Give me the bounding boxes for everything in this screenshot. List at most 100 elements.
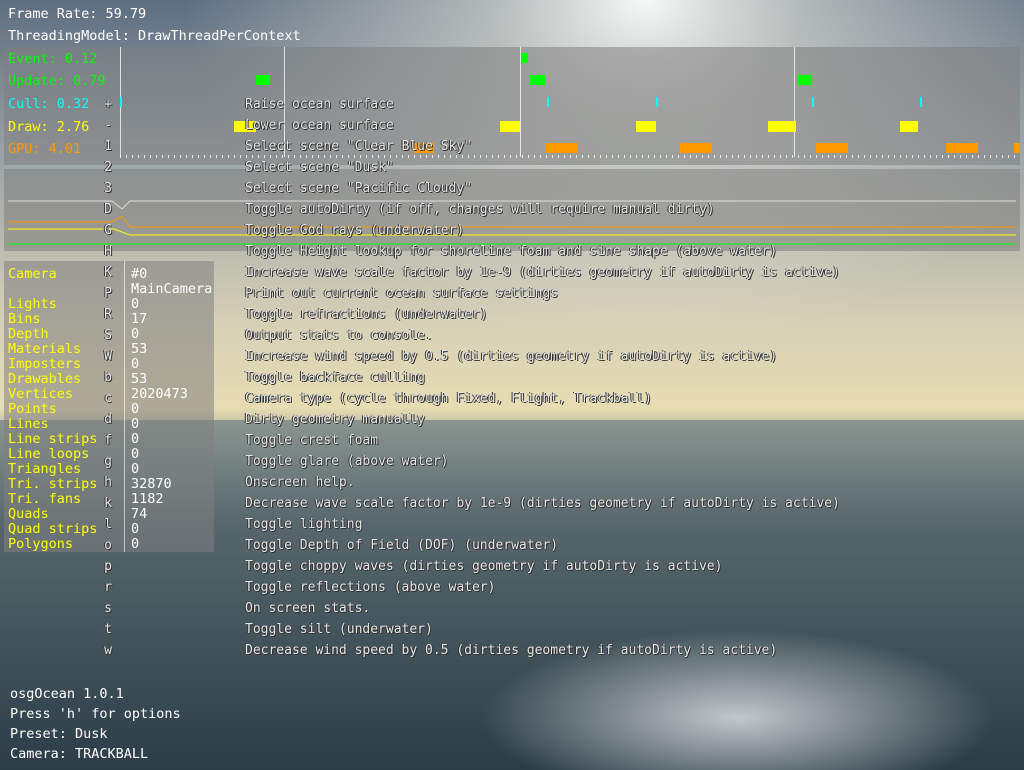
help-description: Toggle Depth of Field (DOF) (underwater) [245,538,559,553]
draw-bar [900,121,918,132]
help-key: r [104,580,112,595]
help-key: c [104,391,112,406]
cull-bar [656,97,658,107]
help-key: f [104,433,112,448]
timing-graph-panel [4,47,1020,165]
camera-label: Camera [8,266,57,282]
stat-value: 74 [131,506,148,522]
stat-value: 0 [131,356,140,372]
stat-value: 0 [131,416,140,432]
cull-bar [120,97,122,107]
cull-bar [547,97,549,107]
app-version-text: osgOcean 1.0.1 [10,686,124,702]
stat-label: Tri. fans [8,491,82,507]
event-timing-label: Event: 0.12 [8,51,98,67]
help-description: Toggle lighting [245,517,363,532]
help-key: s [104,601,112,616]
stat-value: 0 [131,296,140,312]
stat-value: 53 [131,371,148,387]
timing-bars [4,47,1020,165]
update-bar [530,75,545,85]
draw-bar [636,121,656,132]
help-key: + [104,97,112,112]
frame-rate-text: Frame Rate: 59.79 [8,6,147,22]
help-description: Select scene "Dusk" [245,160,394,175]
help-description: Toggle refractions (underwater) [245,307,488,322]
update-bar [256,75,270,85]
help-description: Dirty geometry manually [245,412,426,427]
help-description: Toggle God rays (underwater) [245,223,465,238]
stat-value: 0 [131,326,140,342]
help-description: Select scene "Clear Blue Sky" [245,139,472,154]
stat-value: 1182 [131,491,164,507]
stat-value: 17 [131,311,148,327]
help-description: Toggle silt (underwater) [245,622,433,637]
stat-label: Drawables [8,371,82,387]
help-key: K [104,265,112,280]
help-description: Camera type (cycle through Fixed, Flight… [245,391,652,406]
help-description: Decrease wind speed by 0.5 (dirties geom… [245,643,778,658]
help-description: On screen stats. [245,601,371,616]
gpu-bar [816,143,848,153]
stat-value: 0 [131,461,140,477]
stat-label: Depth [8,326,49,342]
stats-divider [124,261,125,552]
stat-label: Lines [8,416,49,432]
stat-label: Lights [8,296,57,312]
help-key: S [104,328,112,343]
frame-marker [794,47,795,157]
help-description: Print out current ocean surface settings [245,286,559,301]
stat-label: Imposters [8,356,82,372]
help-key: G [104,223,112,238]
help-description: Toggle backface culling [245,370,426,385]
help-key: d [104,412,112,427]
gpu-bar [546,143,578,153]
draw-bar [768,121,796,132]
help-key: 2 [104,160,112,175]
camera-mode-text: Camera: TRACKBALL [10,746,149,762]
stat-value: 2020473 [131,386,188,402]
help-description: Increase wave scale factor by 1e-9 (dirt… [245,265,840,280]
update-bar [798,75,811,85]
threading-model-text: ThreadingModel: DrawThreadPerContext [8,28,301,44]
draw-time-line [8,228,1016,236]
gpu-timing-label: GPU: 4.01 [8,141,82,157]
help-key: g [104,454,112,469]
stat-label: Bins [8,311,41,327]
options-hint-text: Press 'h' for options [10,706,181,722]
cull-timing-label: Cull: 0.32 [8,96,90,112]
help-key: D [104,202,112,217]
stat-label: Quad strips [8,521,98,537]
stat-label: Materials [8,341,82,357]
stat-value: 0 [131,536,140,552]
help-description: Toggle autoDirty (if off, changes will r… [245,202,715,217]
help-description: Decrease wave scale factor by 1e-9 (dirt… [245,496,840,511]
stat-value: 53 [131,341,148,357]
help-description: Toggle crest foam [245,433,379,448]
preset-text: Preset: Dusk [10,726,108,742]
stat-label: Polygons [8,536,74,552]
gpu-bar [1014,143,1020,153]
help-description: Toggle Height lookup for shoreline foam … [245,244,778,259]
stat-value: 0 [131,401,140,417]
help-key: H [104,244,112,259]
camera-name: MainCamera [131,281,213,297]
help-key: p [104,559,112,574]
help-key: h [104,475,112,490]
help-key: o [104,538,112,553]
help-description: Raise ocean surface [245,97,394,112]
update-timing-label: Update: 0.79 [8,73,106,89]
stat-value: 32870 [131,476,172,492]
stat-value: 0 [131,431,140,447]
event-bar [521,53,528,63]
frame-marker [520,47,521,157]
help-description: Toggle choppy waves (dirties geometry if… [245,559,723,574]
stat-label: Quads [8,506,49,522]
help-description: Toggle reflections (above water) [245,580,496,595]
gpu-bar [946,143,978,153]
help-key: - [104,118,112,133]
timing-ruler [120,155,1020,158]
stat-value: 0 [131,521,140,537]
stat-label: Line loops [8,446,90,462]
draw-timing-label: Draw: 2.76 [8,119,90,135]
